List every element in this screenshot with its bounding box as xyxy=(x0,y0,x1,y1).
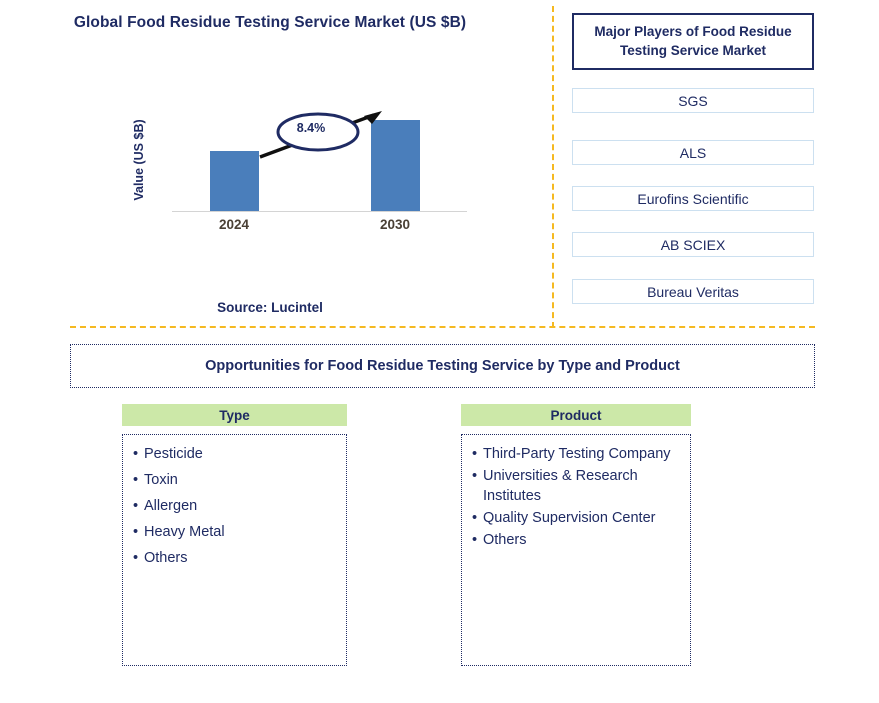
list-item: Third-Party Testing Company xyxy=(472,444,682,464)
infographic-root: Global Food Residue Testing Service Mark… xyxy=(0,0,879,703)
list-item: Pesticide xyxy=(133,444,338,464)
list-item: Heavy Metal xyxy=(133,522,338,542)
column-header-product: Product xyxy=(461,404,691,426)
player-item-eurofins-scientific[interactable]: Eurofins Scientific xyxy=(572,186,814,211)
cagr-callout-graphic xyxy=(259,111,382,159)
player-item-sgs[interactable]: SGS xyxy=(572,88,814,113)
horizontal-divider xyxy=(70,326,815,328)
list-item: Universities & Research Institutes xyxy=(472,466,682,506)
list-item: Quality Supervision Center xyxy=(472,508,682,528)
chart-title: Global Food Residue Testing Service Mark… xyxy=(73,14,467,31)
player-label: ALS xyxy=(679,144,707,161)
player-label: SGS xyxy=(678,92,708,109)
list-item: Others xyxy=(472,530,682,550)
type-list: Pesticide Toxin Allergen Heavy Metal Oth… xyxy=(122,434,347,666)
player-item-ab-sciex[interactable]: AB SCIEX xyxy=(572,232,814,257)
list-item: Others xyxy=(133,548,338,568)
opportunities-banner: Opportunities for Food Residue Testing S… xyxy=(70,344,815,388)
player-item-bureau-veritas[interactable]: Bureau Veritas xyxy=(572,279,814,304)
source-note: Source: Lucintel xyxy=(217,300,323,315)
player-label: Bureau Veritas xyxy=(647,283,739,300)
major-players-header: Major Players of Food Residue Testing Se… xyxy=(572,13,814,70)
cagr-value: 8.4% xyxy=(296,121,326,135)
player-label: Eurofins Scientific xyxy=(637,190,749,207)
x-tick-label-2024: 2024 xyxy=(218,217,250,232)
y-axis-label: Value (US $B) xyxy=(132,119,146,201)
player-label: AB SCIEX xyxy=(660,236,726,253)
x-tick-label-2030: 2030 xyxy=(379,217,411,232)
product-list: Third-Party Testing Company Universities… xyxy=(461,434,691,666)
bar-chart: Value (US $B) 2024 2030 8.4% xyxy=(132,95,490,240)
chart-baseline xyxy=(172,211,467,212)
list-item: Allergen xyxy=(133,496,338,516)
player-item-als[interactable]: ALS xyxy=(572,140,814,165)
vertical-divider xyxy=(552,6,554,328)
column-header-type: Type xyxy=(122,404,347,426)
list-item: Toxin xyxy=(133,470,338,490)
